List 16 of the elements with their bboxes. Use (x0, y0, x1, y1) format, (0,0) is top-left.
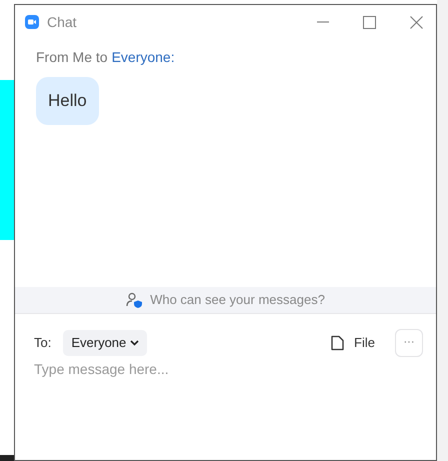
file-button[interactable]: File (331, 332, 375, 352)
recipient-label: Everyone: (112, 48, 175, 67)
window-title: Chat (47, 12, 77, 32)
desktop-background (0, 455, 14, 461)
document-icon (331, 334, 344, 350)
message-bubble: Hello (36, 77, 99, 124)
sender-label: From Me to (36, 48, 108, 67)
to-label: To: (34, 334, 52, 352)
maximize-icon[interactable] (363, 16, 376, 28)
person-shield-icon (126, 292, 144, 308)
close-icon[interactable] (410, 16, 423, 28)
chevron-down-icon (130, 340, 140, 346)
more-button[interactable]: ··· (395, 328, 423, 356)
camera-icon (25, 15, 39, 29)
recipient-dropdown[interactable]: Everyone (63, 330, 148, 356)
message-input[interactable]: Type message here... (34, 359, 417, 379)
